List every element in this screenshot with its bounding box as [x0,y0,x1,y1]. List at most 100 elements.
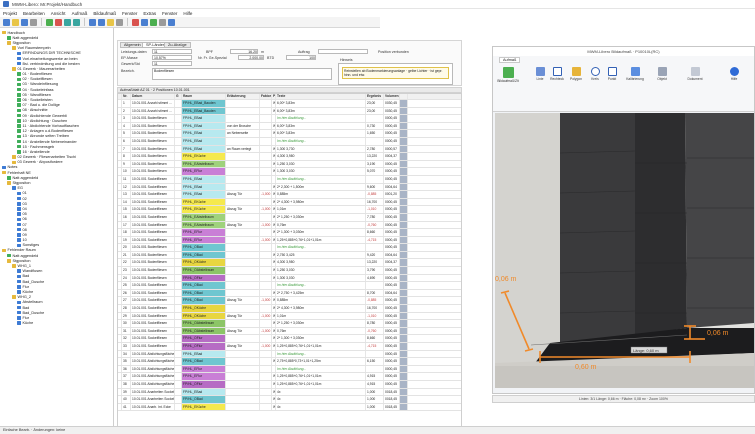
column-header[interactable]: G [175,94,182,99]
bildaufmass-button[interactable]: Bildaufmaß/Zlt [497,67,519,83]
notes-box[interactable]: Reinstellen ab Bodenmarkierungsanlage · … [338,63,453,85]
menu-item-5[interactable]: Fenster [122,11,137,16]
tab-allgemein[interactable]: Allgemein [120,42,145,48]
input-bpf[interactable]: 16,20 [230,49,258,54]
delete-icon[interactable] [55,18,62,26]
tab-aufmass[interactable]: Aufmaß [499,57,521,63]
table-row[interactable]: 10 10.01.001 Bodenfliesen FP/HL_EFlur W 1,30… [118,168,461,176]
table-row[interactable]: 36 10.01.001 Abdichtungsflächen FP/HL_EFlu… [118,365,461,374]
table-row[interactable]: 7 10.01.001 Bodenfliesen FP/HL_EBad an Raum… [118,145,461,154]
table-row[interactable]: 4 10.01.001 Bodenfliesen FP/HL_EBad von der… [118,122,461,131]
menu-item-2[interactable]: Ansicht [51,11,66,16]
table-row[interactable]: 13 10.01.001 Sockelfliesen FP/HL_EBad Abzug… [118,191,461,199]
table-row[interactable]: 27 10.01.001 Sockelfliesen FP/HL_OBad Abzug… [118,297,461,306]
tree-item[interactable]: Küche [2,321,113,326]
new-project-icon[interactable] [3,18,10,26]
menu-item-8[interactable]: Hilfe [183,11,192,16]
table-row[interactable]: 15 10.01.001 Sockelfliesen FP/HL_EKüche Abz… [118,206,461,214]
column-header[interactable]: Volumen [384,94,400,99]
table-row[interactable]: 24 10.01.001 Bodenfliesen FP/HL_OFlur W 1,30… [118,274,461,283]
copy-icon[interactable] [64,18,71,26]
table-row[interactable]: 1 10.01.001 Anzahl stimmt ... FP/HL_EBad_B… [118,100,461,108]
table-row[interactable]: 35 10.01.001 Abdichtungsflächen FP/HL_OBad… [118,358,461,366]
input-ge-spezial[interactable]: 2.000,00 [238,55,264,60]
tab-zu-abzuege[interactable]: Zu-Abzüge [164,42,191,48]
punkt-button[interactable]: Punkt [604,67,620,81]
table-row[interactable]: 33 10.01.001 Sockelfliesen FP/HL_OFlur Abzu… [118,343,461,351]
rechteck-button[interactable]: Rechteck [548,67,566,81]
paste-icon[interactable] [73,18,80,26]
input-menge[interactable]: 100 [286,55,316,60]
table-row[interactable]: 20 10.01.001 Bodenfliesen FP/HL_OBad Im hie… [118,244,461,252]
table-row[interactable]: 12 10.01.001 Sockelfliesen FP/HL_EBad W 2* 2… [118,183,461,192]
image-measure-icon[interactable] [132,18,139,26]
sort-icon[interactable] [116,18,123,26]
column-header[interactable]: Texte [276,94,366,99]
table-row[interactable]: 8 10.01.001 Bodenfliesen FP/HL_EKüche W 4,30… [118,153,461,161]
column-header[interactable]: Erläuterung [226,94,260,99]
table-row[interactable]: 32 10.01.001 Sockelfliesen FP/HL_OFlur W 2* … [118,335,461,343]
open-folder-icon[interactable] [12,18,19,26]
table-row[interactable]: 39 10.01.001 Anarbeiten Sockel FP/HL_EBad W… [118,388,461,397]
input-auftrag[interactable] [318,49,368,54]
column-header[interactable]: Ergebnis [366,94,384,99]
redo-icon[interactable] [98,18,105,26]
table-row[interactable]: 26 10.01.001 Sockelfliesen FP/HL_OBad W 2* 2… [118,289,461,298]
column-header[interactable]: Datum [131,94,175,99]
kreis-button[interactable]: Kreis [587,67,603,81]
hilfe-button[interactable]: Hilfe [725,67,743,81]
polygon-button[interactable]: Polygon [567,67,585,81]
dokument-button[interactable]: Dokument [683,67,707,81]
table-row[interactable]: 40 10.01.001 Anarbeiten Sockel FP/HL_OBad W… [118,396,461,404]
menu-item-4[interactable]: Bildaufmaß [93,11,116,16]
menu-item-3[interactable]: Aufmaß [72,11,88,16]
table-row[interactable]: 28 10.01.001 Sockelfliesen FP/HL_OKüche W 2*… [118,305,461,313]
table-row[interactable]: 25 10.01.001 Sockelfliesen FP/HL_OBad Im hi… [118,282,461,290]
menu-item-7[interactable]: Fenster [162,11,177,16]
table-row[interactable]: 23 10.01.001 Bodenfliesen FP/HL_OAbstellra… [118,267,461,275]
measurement-photo[interactable]: 0,06 m 0,60 m 0,06 m Länge: 0,60 m [495,113,754,388]
input-ep-masse[interactable]: 10.57% [152,55,192,60]
input-gewerk[interactable]: 11 [152,61,192,66]
table-row[interactable]: 5 10.01.001 Bodenfliesen FP/HL_EBad an Nebe… [118,130,461,138]
help-icon[interactable] [168,18,175,26]
settings-icon[interactable] [159,18,166,26]
kalibrierung-button[interactable]: Kalibrierung [623,67,647,81]
table-row[interactable]: 21 10.01.001 Bodenfliesen FP/HL_OBad W 2,750… [118,251,461,260]
table-row[interactable]: 37 10.01.001 Abdichtungsflächen FP/HL_EFlu… [118,373,461,381]
menu-item-6[interactable]: Extras [143,11,156,16]
save-icon[interactable] [21,18,28,26]
table-row[interactable]: 14 10.01.001 Sockelfliesen FP/HL_EKüche W 2*… [118,198,461,207]
project-tree[interactable]: Handbuch Natt aggendeld Stgpositon Vorl Rau… [0,28,114,426]
table-row[interactable]: 22 10.01.001 Bodenfliesen FP/HL_OKüche W 4,3… [118,259,461,268]
input-leistungsdaten[interactable]: 11 [152,49,192,54]
calculator-icon[interactable] [141,18,148,26]
linie-button[interactable]: Linie [533,67,547,81]
menu-item-0[interactable]: Projekt [3,11,17,16]
column-header[interactable]: Nr. [122,94,131,99]
table-row[interactable]: 30 10.01.001 Sockelfliesen FP/HL_OAbstellr… [118,320,461,328]
table-row[interactable]: 11 10.01.001 Sockelfliesen FP/HL_EBad Im hi… [118,175,461,184]
table-row[interactable]: 41 10.01.001 Anarb. Int. Ecke FP/HL_EKüche… [118,403,461,412]
filter-icon[interactable] [107,18,114,26]
table-row[interactable]: 9 10.01.001 Bodenfliesen FP/HL_EAbstellrau… [118,160,461,169]
table-row[interactable]: 3 10.01.001 Bodenfliesen FP/HL_EBad Im hier… [118,115,461,123]
table-row[interactable]: 38 10.01.001 Abdichtungsflächen FP/HL_OFlu… [118,380,461,389]
table-row[interactable]: 34 10.01.001 Abdichtungsflächen FP/HL_EBad… [118,350,461,359]
table-row[interactable]: 29 10.01.001 Sockelfliesen FP/HL_OKüche Abz… [118,312,461,321]
table-row[interactable]: 6 10.01.001 Bodenfliesen FP/HL_EBad Im hier… [118,137,461,146]
menu-item-1[interactable]: Bearbeiten [23,11,45,16]
table-row[interactable]: 19 10.01.001 Sockelfliesen FP/HL_EFlur -1,0… [118,236,461,245]
table-row[interactable]: 2 10.01.001 Anzahl stimmt ... FP/HL_EBad_B… [118,107,461,116]
table-row[interactable]: 18 10.01.001 Sockelfliesen FP/HL_EFlur W 2* … [118,229,461,237]
table-row[interactable]: 16 10.01.001 Sockelfliesen FP/HL_EAbstellr… [118,213,461,222]
column-header[interactable]: Faktor [260,94,272,99]
input-bezeichnung[interactable]: Bodenfliesen [152,68,332,80]
table-row[interactable]: 17 10.01.001 Sockelfliesen FP/HL_EAbstellr… [118,221,461,230]
table-row[interactable]: 31 10.01.001 Sockelfliesen FP/HL_OAbstellr… [118,327,461,336]
print-icon[interactable] [30,18,37,26]
export-icon[interactable] [150,18,157,26]
column-header[interactable] [400,94,408,99]
objekt-button[interactable]: Objekt [653,67,671,81]
column-header[interactable]: Raum [182,94,226,99]
